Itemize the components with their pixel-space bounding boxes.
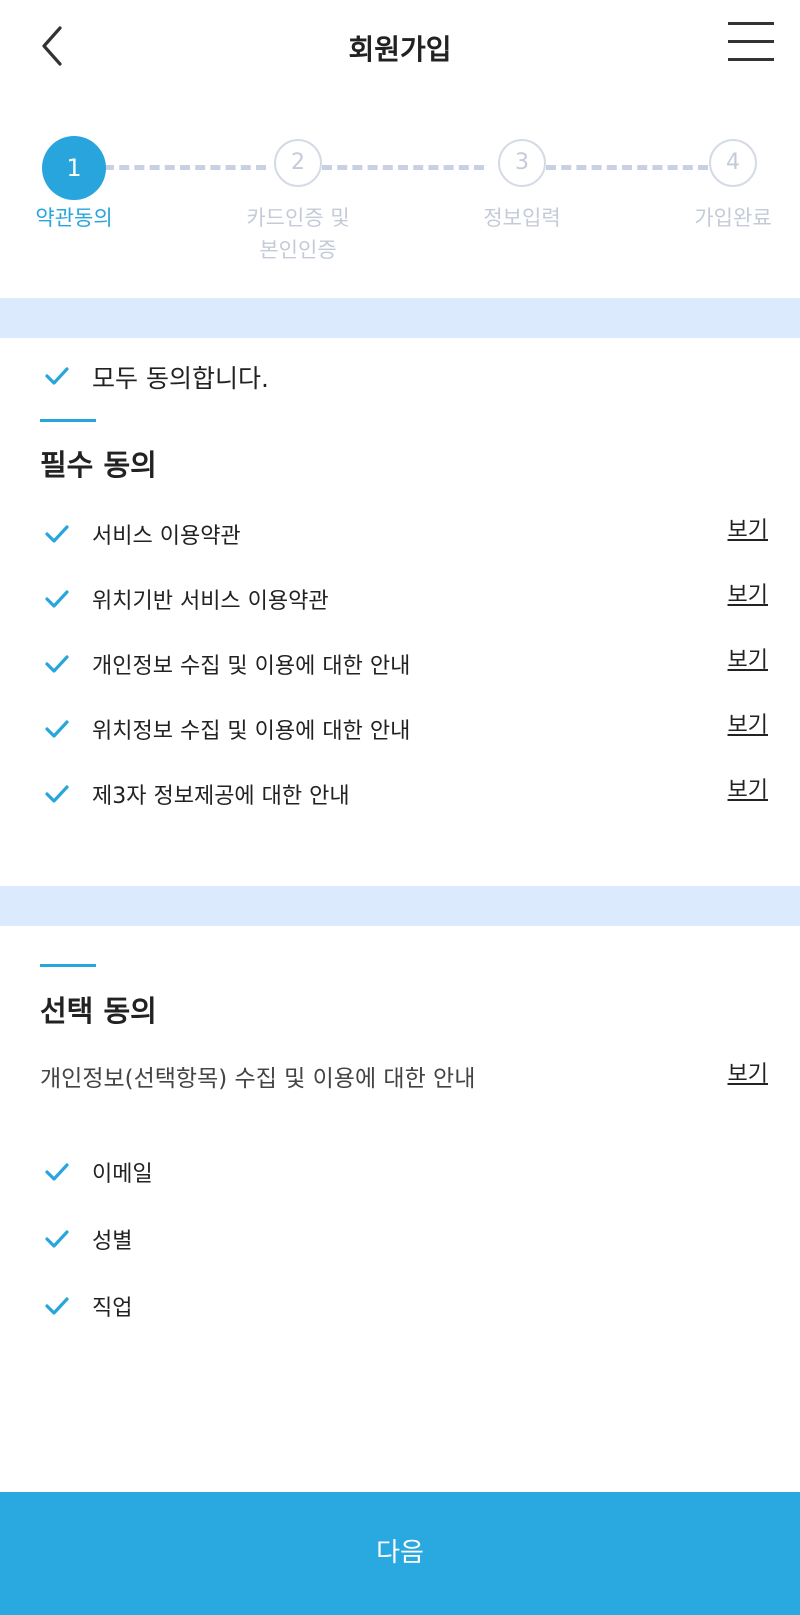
- step-4-circle: 4: [709, 139, 757, 187]
- optional-item-label: 이메일: [92, 1162, 153, 1187]
- view-terms-link[interactable]: 보기: [728, 772, 768, 804]
- step-2-circle: 2: [274, 139, 322, 187]
- step-2-label: 카드인증 및 본인인증: [246, 206, 350, 262]
- step-connector: [104, 165, 266, 170]
- view-terms-link[interactable]: 보기: [728, 707, 768, 739]
- optional-section-title: 선택 동의: [40, 994, 157, 1028]
- section-accent-line: [40, 964, 96, 967]
- view-terms-link[interactable]: 보기: [728, 577, 768, 609]
- step-3-label: 정보입력: [483, 206, 561, 230]
- checkmark-icon: [45, 1297, 69, 1315]
- app-header: 회원가입: [0, 0, 800, 95]
- agree-all-label: 모두 동의합니다.: [92, 364, 269, 393]
- optional-notice-label: 개인정보(선택항목) 수집 및 이용에 대한 안내: [40, 1066, 476, 1092]
- required-item-label: 위치기반 서비스 이용약관: [92, 589, 329, 614]
- view-terms-link[interactable]: 보기: [728, 512, 768, 544]
- checkmark-icon: [45, 655, 69, 673]
- menu-button[interactable]: [726, 22, 776, 66]
- step-connector: [546, 165, 708, 170]
- next-button[interactable]: 다음: [0, 1492, 800, 1615]
- required-item-label: 제3자 정보제공에 대한 안내: [92, 784, 350, 809]
- checkmark-icon: [45, 1230, 69, 1248]
- checkmark-icon: [45, 785, 69, 803]
- view-terms-link[interactable]: 보기: [728, 1056, 768, 1088]
- signup-stepper: 1 2 3 4 약관동의 카드인증 및 본인인증 정보입력 가입완료: [0, 130, 800, 270]
- optional-item-label: 성별: [92, 1229, 133, 1254]
- checkmark-icon: [45, 590, 69, 608]
- step-connector: [322, 165, 484, 170]
- section-accent-line: [40, 419, 96, 422]
- section-divider: [0, 886, 800, 926]
- optional-item-label: 직업: [92, 1296, 133, 1321]
- step-1-circle: 1: [42, 136, 106, 200]
- step-4-label: 가입완료: [694, 206, 772, 230]
- page-title: 회원가입: [348, 33, 452, 66]
- checkmark-icon: [45, 1163, 69, 1181]
- required-item-label: 위치정보 수집 및 이용에 대한 안내: [92, 719, 411, 744]
- checkmark-icon: [45, 367, 69, 385]
- step-3-circle: 3: [498, 139, 546, 187]
- section-divider: [0, 298, 800, 338]
- view-terms-link[interactable]: 보기: [728, 642, 768, 674]
- required-item-label: 개인정보 수집 및 이용에 대한 안내: [92, 654, 411, 679]
- required-section-title: 필수 동의: [40, 448, 157, 482]
- required-item-label: 서비스 이용약관: [92, 524, 241, 549]
- checkmark-icon: [45, 525, 69, 543]
- step-1-label: 약관동의: [35, 206, 113, 230]
- checkmark-icon: [45, 720, 69, 738]
